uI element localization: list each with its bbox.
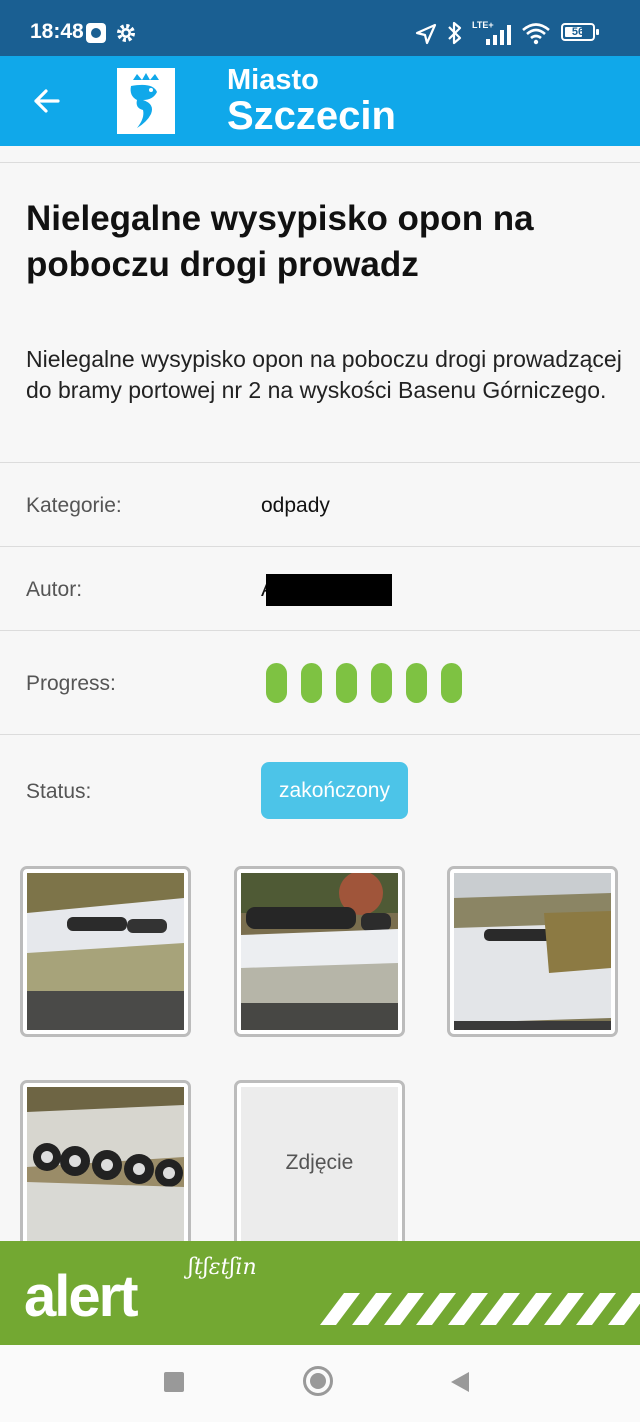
battery-icon: 56 (561, 23, 595, 41)
clock: 18:48 (30, 20, 84, 43)
progress-step (441, 663, 462, 703)
author-row: Autor: A (0, 546, 640, 631)
system-nav-bar (0, 1345, 640, 1422)
camera-icon (86, 23, 106, 43)
photo-thumbnail[interactable] (20, 866, 191, 1037)
tire-dump-photo (27, 873, 184, 1030)
brand-line-top: Miasto (227, 64, 319, 96)
report-description: Nielegalne wysypisko opon na poboczu dro… (26, 346, 622, 403)
status-badge: zakończony (261, 762, 408, 819)
photo-thumbnail[interactable] (234, 866, 405, 1037)
category-label: Kategorie: (26, 494, 122, 517)
banner-title: alert (24, 1264, 139, 1329)
add-photo-label: Zdjęcie (285, 1151, 354, 1174)
page-title: Nielegalne wysypisko opon na poboczu dro… (26, 199, 534, 284)
recent-apps-icon[interactable] (164, 1372, 184, 1392)
app-bar: Miasto Szczecin (0, 56, 640, 146)
home-icon[interactable] (303, 1366, 333, 1396)
brand-line-bottom: Szczecin (227, 94, 396, 138)
banner-subtitle: ʃtʃɛtʃin (188, 1255, 257, 1280)
status-row: Status: zakończony (0, 734, 640, 845)
city-logo (117, 68, 175, 134)
author-redaction (266, 574, 392, 606)
status-bar: 18:48 LTE+ 56 (0, 0, 640, 56)
divider (0, 162, 640, 163)
location-arrow-icon (415, 23, 437, 45)
progress-step (266, 663, 287, 703)
photo-thumbnail[interactable] (447, 866, 618, 1037)
progress-row: Progress: (0, 630, 640, 735)
report-detail: Nielegalne wysypisko opon na poboczu dro… (0, 146, 640, 1241)
progress-step (406, 663, 427, 703)
progress-step (301, 663, 322, 703)
alert-banner: alert ʃtʃɛtʃin (0, 1241, 640, 1345)
status-label: Status: (26, 780, 92, 803)
hazard-stripes (320, 1293, 640, 1325)
back-arrow-icon[interactable] (30, 84, 64, 118)
battery-level: 56 (571, 26, 585, 38)
bluetooth-icon (448, 21, 462, 45)
progress-step (371, 663, 392, 703)
progress-label: Progress: (26, 672, 116, 695)
griffin-crown-icon (130, 73, 159, 128)
battery-tip (596, 29, 599, 35)
gear-icon (117, 24, 135, 42)
tire-dump-photo (241, 873, 398, 1030)
back-icon[interactable] (449, 1370, 471, 1394)
wifi-icon (522, 23, 550, 45)
category-value: odpady (261, 494, 330, 517)
tire-dump-photo (454, 873, 611, 1030)
progress-step (336, 663, 357, 703)
add-photo-button[interactable]: Zdjęcie (234, 1080, 405, 1241)
category-row: Kategorie: odpady (0, 462, 640, 547)
signal-icon (486, 25, 511, 45)
photo-thumbnail[interactable] (20, 1080, 191, 1241)
tire-dump-photo (27, 1087, 184, 1241)
progress-indicator (266, 663, 476, 703)
author-label: Autor: (26, 578, 83, 601)
